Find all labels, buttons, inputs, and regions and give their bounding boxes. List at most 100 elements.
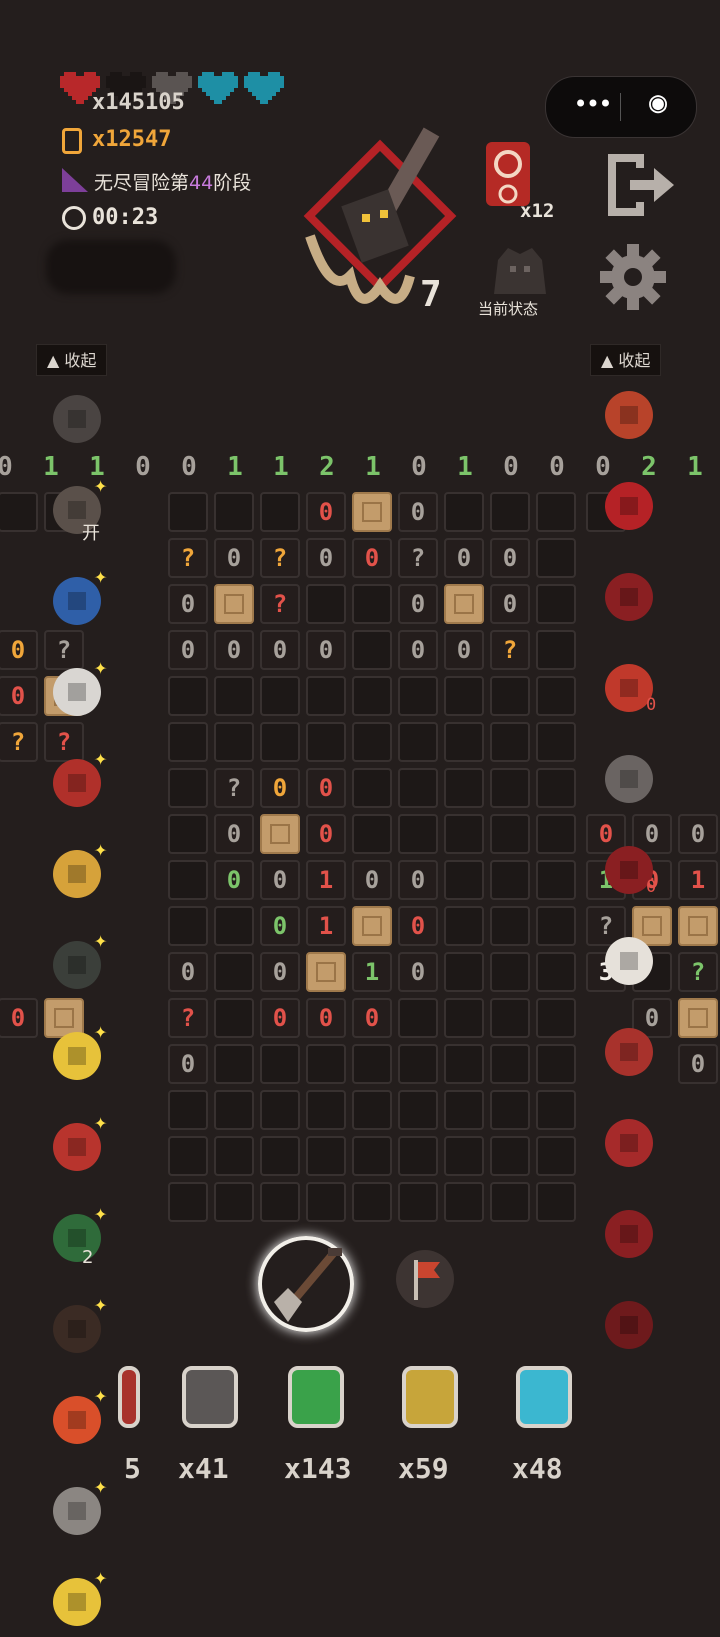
revealed-cell[interactable]: 0: [398, 492, 438, 532]
revealed-cell[interactable]: 0: [260, 768, 300, 808]
hidden-cell[interactable]: [444, 768, 484, 808]
hidden-cell[interactable]: [352, 1182, 392, 1222]
revealed-cell[interactable]: 0: [0, 998, 38, 1038]
revealed-cell[interactable]: 0: [214, 538, 254, 578]
inventory-slot[interactable]: x143: [284, 1360, 364, 1490]
hidden-cell[interactable]: [168, 814, 208, 854]
inventory-slot[interactable]: x59: [398, 1360, 478, 1490]
left-item-slot[interactable]: ✦ 2: [46, 1201, 108, 1269]
revealed-cell[interactable]: 0: [490, 584, 530, 624]
revealed-cell[interactable]: 0: [306, 630, 346, 670]
hidden-cell[interactable]: [444, 1136, 484, 1176]
hidden-cell[interactable]: [536, 1136, 576, 1176]
left-item-slot[interactable]: [46, 388, 108, 450]
revealed-cell[interactable]: 0: [678, 814, 718, 854]
hidden-cell[interactable]: [0, 492, 38, 532]
hidden-cell[interactable]: [398, 1044, 438, 1084]
current-status[interactable]: 当前状态: [470, 240, 570, 324]
hidden-cell[interactable]: [398, 998, 438, 1038]
hidden-cell[interactable]: [444, 1182, 484, 1222]
hidden-cell[interactable]: [536, 722, 576, 762]
revealed-cell[interactable]: ?: [490, 630, 530, 670]
hidden-cell[interactable]: [536, 584, 576, 624]
revealed-cell[interactable]: 0: [444, 538, 484, 578]
revealed-cell[interactable]: 1: [678, 860, 718, 900]
hidden-cell[interactable]: [444, 860, 484, 900]
revealed-cell[interactable]: 0: [214, 860, 254, 900]
right-item-slot[interactable]: [598, 748, 660, 810]
more-button[interactable]: •••: [562, 90, 622, 118]
left-item-slot[interactable]: ✦ 开: [46, 473, 108, 544]
hidden-cell[interactable]: [536, 676, 576, 716]
crate-cell[interactable]: [214, 584, 254, 624]
hidden-cell[interactable]: [490, 492, 530, 532]
revealed-cell[interactable]: 0: [678, 1044, 718, 1084]
crate-cell[interactable]: [352, 906, 392, 946]
hidden-cell[interactable]: [168, 1182, 208, 1222]
hidden-cell[interactable]: [398, 814, 438, 854]
hidden-cell[interactable]: [444, 998, 484, 1038]
exit-icon[interactable]: [604, 150, 678, 220]
revealed-cell[interactable]: 0: [352, 538, 392, 578]
hidden-cell[interactable]: [352, 630, 392, 670]
hidden-cell[interactable]: [536, 814, 576, 854]
crate-cell[interactable]: [444, 584, 484, 624]
hidden-cell[interactable]: [444, 952, 484, 992]
hidden-cell[interactable]: [168, 906, 208, 946]
revealed-cell[interactable]: 0: [306, 814, 346, 854]
hidden-cell[interactable]: [214, 1044, 254, 1084]
hidden-cell[interactable]: [444, 906, 484, 946]
hidden-cell[interactable]: [490, 1090, 530, 1130]
hidden-cell[interactable]: [490, 1044, 530, 1084]
left-item-slot[interactable]: ✦: [46, 1292, 108, 1360]
revealed-cell[interactable]: 0: [490, 538, 530, 578]
hidden-cell[interactable]: [444, 676, 484, 716]
left-item-slot[interactable]: ✦: [46, 928, 108, 996]
left-item-slot[interactable]: ✦: [46, 1110, 108, 1178]
hidden-cell[interactable]: [352, 676, 392, 716]
right-collapse-button[interactable]: ▲ 收起: [590, 344, 662, 376]
hidden-cell[interactable]: [444, 492, 484, 532]
hidden-cell[interactable]: [444, 722, 484, 762]
crate-cell[interactable]: [306, 952, 346, 992]
hidden-cell[interactable]: [536, 1090, 576, 1130]
revealed-cell[interactable]: 0: [398, 630, 438, 670]
hidden-cell[interactable]: [168, 722, 208, 762]
gear-icon[interactable]: [598, 242, 668, 312]
right-item-slot[interactable]: [598, 930, 660, 992]
hidden-cell[interactable]: [260, 1136, 300, 1176]
revealed-cell[interactable]: 0: [398, 906, 438, 946]
hidden-cell[interactable]: [536, 906, 576, 946]
revealed-cell[interactable]: 0: [168, 584, 208, 624]
crate-cell[interactable]: [678, 906, 718, 946]
hidden-cell[interactable]: [352, 584, 392, 624]
hidden-cell[interactable]: [352, 814, 392, 854]
hidden-cell[interactable]: [398, 1182, 438, 1222]
revealed-cell[interactable]: 0: [352, 998, 392, 1038]
revealed-cell[interactable]: ?: [260, 584, 300, 624]
hidden-cell[interactable]: [168, 1090, 208, 1130]
hidden-cell[interactable]: [398, 1090, 438, 1130]
hidden-cell[interactable]: [214, 998, 254, 1038]
hidden-cell[interactable]: [536, 860, 576, 900]
hidden-cell[interactable]: [536, 768, 576, 808]
inventory-slot[interactable]: 5: [108, 1360, 188, 1490]
hidden-cell[interactable]: [490, 768, 530, 808]
hidden-cell[interactable]: [168, 492, 208, 532]
hidden-cell[interactable]: [352, 768, 392, 808]
right-item-slot[interactable]: [598, 1112, 660, 1174]
hidden-cell[interactable]: [168, 676, 208, 716]
revealed-cell[interactable]: 0: [168, 630, 208, 670]
left-item-slot[interactable]: ✦: [46, 655, 108, 723]
revealed-cell[interactable]: 0: [260, 630, 300, 670]
boss-portrait[interactable]: 7: [290, 126, 470, 326]
revealed-cell[interactable]: 0: [168, 1044, 208, 1084]
hidden-cell[interactable]: [352, 1044, 392, 1084]
hidden-cell[interactable]: [536, 1182, 576, 1222]
hidden-cell[interactable]: [444, 814, 484, 854]
hidden-cell[interactable]: [306, 676, 346, 716]
revealed-cell[interactable]: 0: [0, 630, 38, 670]
hidden-cell[interactable]: [490, 814, 530, 854]
left-item-slot[interactable]: ✦: [46, 1565, 108, 1633]
revealed-cell[interactable]: ?: [260, 538, 300, 578]
